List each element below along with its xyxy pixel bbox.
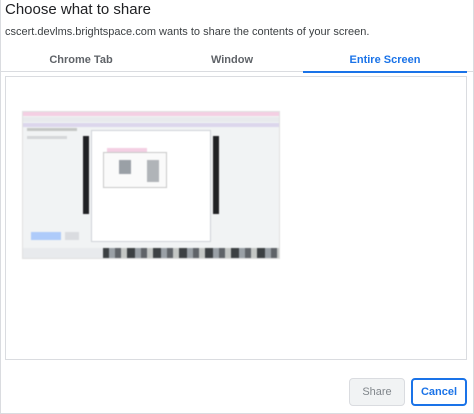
screen-thumbnail[interactable] bbox=[22, 111, 280, 259]
tab-window[interactable]: Window bbox=[157, 50, 307, 72]
source-tabs: Chrome Tab Window Entire Screen bbox=[1, 50, 474, 73]
dialog-title: Choose what to share bbox=[5, 1, 151, 18]
dialog-subtitle: cscert.devlms.brightspace.com wants to s… bbox=[5, 26, 370, 38]
screen-preview-pane bbox=[5, 76, 467, 360]
share-button[interactable]: Share bbox=[349, 378, 405, 406]
share-dialog: Choose what to share cscert.devlms.brigh… bbox=[0, 0, 474, 414]
cancel-button[interactable]: Cancel bbox=[411, 378, 467, 406]
tab-chrome-tab[interactable]: Chrome Tab bbox=[5, 50, 157, 72]
tab-entire-screen[interactable]: Entire Screen bbox=[303, 50, 467, 73]
